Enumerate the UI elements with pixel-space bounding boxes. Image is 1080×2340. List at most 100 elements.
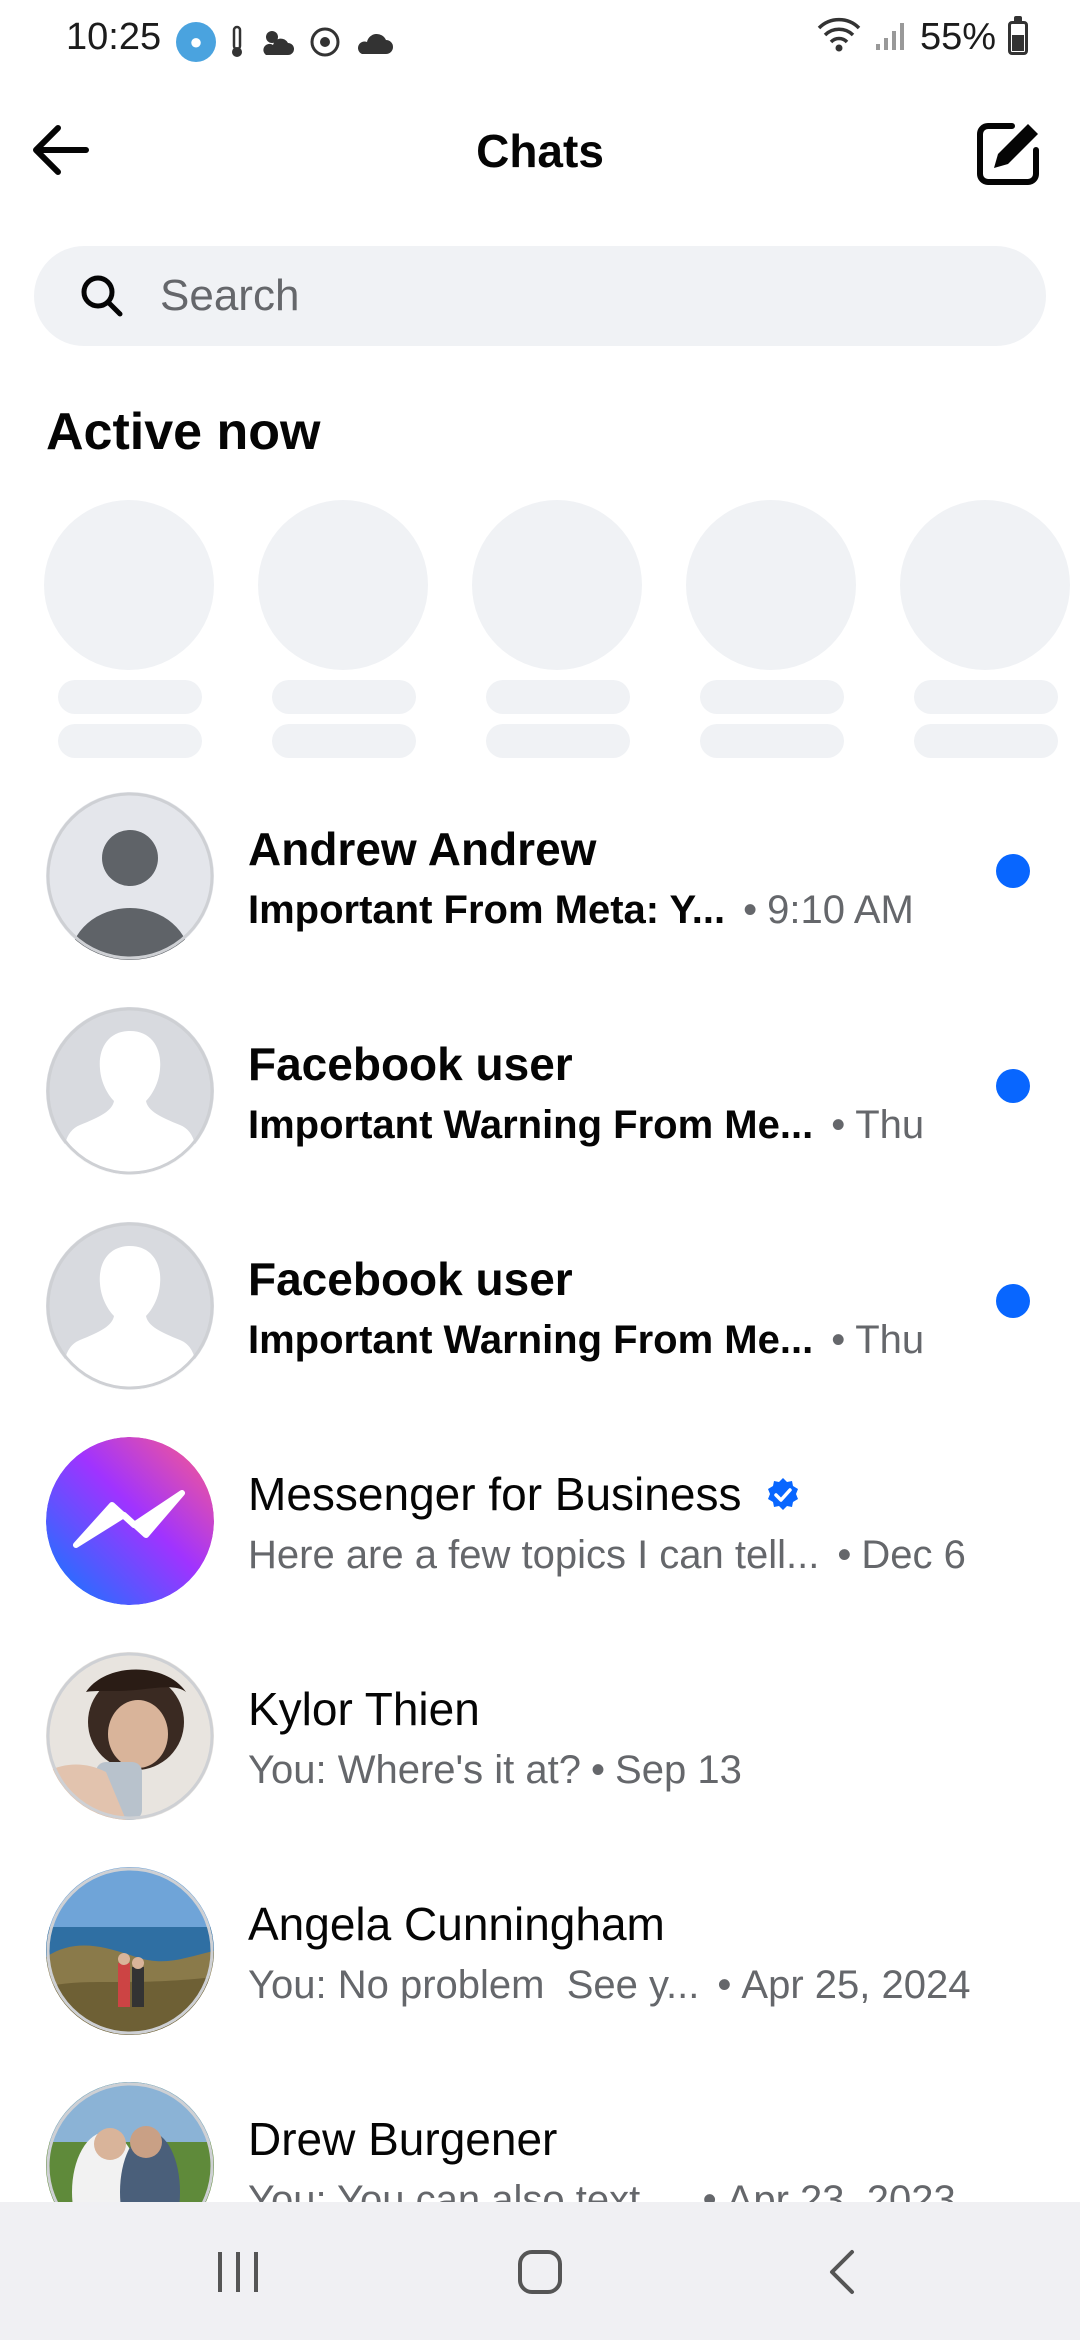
battery-icon (1008, 15, 1028, 55)
chat-preview-line: Important Warning From Me... • Thu (248, 1103, 924, 1148)
chat-preview-line: You: You can also text ... • Apr 23, 202… (248, 2178, 956, 2202)
active-placeholder (900, 500, 1070, 758)
separator-dot: • (837, 1533, 852, 1577)
chat-preview: Important Warning From Me... (248, 1318, 814, 1362)
search-bar[interactable] (34, 246, 1046, 346)
page-title: Chats (476, 125, 604, 177)
chat-name: Andrew Andrew (248, 823, 597, 875)
verified-badge-icon (768, 1478, 799, 1510)
chat-name: Facebook user (248, 1038, 573, 1090)
status-icons-left: ● (176, 22, 394, 62)
header: Chats (0, 100, 1080, 200)
wifi-icon (816, 16, 862, 59)
system-nav-bar (0, 2202, 1080, 2340)
active-placeholder-line (700, 680, 844, 714)
status-icons-right: 55% (816, 15, 1028, 59)
status-time: 10:25 (66, 16, 162, 58)
active-placeholder (258, 500, 428, 758)
active-now-title: Active now (46, 403, 321, 461)
active-placeholder-line (272, 724, 416, 758)
chat-name: Drew Burgener (248, 2113, 558, 2165)
separator-dot: • (702, 2178, 717, 2202)
chat-row[interactable]: Andrew Andrew Important From Meta: Y... … (0, 792, 1080, 1007)
active-placeholder-avatar (258, 500, 428, 670)
system-back-button[interactable] (802, 2242, 882, 2302)
chat-preview: Here are a few topics I can tell... (248, 1533, 820, 1577)
sync-icon (308, 22, 342, 62)
separator-dot: • (831, 1318, 846, 1362)
chat-name: Messenger for Business (248, 1468, 742, 1520)
unread-indicator (996, 1284, 1030, 1318)
search-input[interactable] (160, 268, 1020, 324)
active-placeholder-line (700, 724, 844, 758)
separator-dot: • (743, 888, 758, 932)
chat-time: Dec 6 (861, 1533, 966, 1577)
active-placeholder-line (914, 724, 1058, 758)
avatar (46, 2082, 214, 2202)
chat-preview-line: You: No problem See y... • Apr 25, 2024 (248, 1963, 970, 2008)
active-placeholder-avatar (686, 500, 856, 670)
chat-time: Sep 13 (615, 1748, 742, 1792)
separator-dot: • (717, 1963, 732, 2007)
active-placeholder-line (914, 680, 1058, 714)
chat-time: Thu (855, 1103, 925, 1147)
compose-icon (977, 123, 1039, 185)
chat-preview-line: Here are a few topics I can tell... • De… (248, 1533, 966, 1578)
chat-row[interactable]: Facebook user Important Warning From Me.… (0, 1007, 1080, 1222)
cloud-icon (354, 22, 394, 62)
chat-preview: You: Where's it at? (248, 1748, 582, 1792)
search-icon (81, 275, 123, 317)
active-placeholder-line (486, 724, 630, 758)
unread-indicator (996, 1069, 1030, 1103)
thermometer-icon (228, 22, 246, 62)
chat-time: Apr 25, 2024 (741, 1963, 971, 2007)
chat-row[interactable]: Facebook user Important Warning From Me.… (0, 1222, 1080, 1437)
avatar (46, 1867, 214, 2035)
chat-preview: You: You can also text ... (248, 2178, 685, 2202)
chat-name: Angela Cunningham (248, 1898, 665, 1950)
chat-time: Apr 23, 2023 (726, 2178, 956, 2202)
location-icon: ● (176, 22, 216, 62)
battery-percent: 55% (919, 16, 996, 58)
status-bar: 10:25 ● 55% (0, 0, 1080, 84)
active-placeholder-avatar (44, 500, 214, 670)
chat-name: Facebook user (248, 1253, 573, 1305)
avatar (46, 1652, 214, 1820)
chat-preview: You: No problem See y... (248, 1963, 700, 2007)
chat-time: 9:10 AM (767, 888, 914, 932)
chat-preview-line: You: Where's it at? • Sep 13 (248, 1748, 742, 1793)
chat-row[interactable]: Drew Burgener You: You can also text ...… (0, 2082, 1080, 2202)
recents-icon (218, 2252, 258, 2292)
home-icon (518, 2250, 562, 2294)
separator-dot: • (591, 1748, 606, 1792)
signal-icon (874, 18, 908, 57)
avatar (46, 792, 214, 960)
active-placeholder-line (58, 680, 202, 714)
avatar (46, 1007, 214, 1175)
home-button[interactable] (500, 2242, 580, 2302)
chat-row[interactable]: Messenger for Business Here are a few to… (0, 1437, 1080, 1652)
chat-preview-line: Important Warning From Me... • Thu (248, 1318, 924, 1363)
unread-indicator (996, 854, 1030, 888)
active-placeholder (686, 500, 856, 758)
chat-name-wrap: Messenger for Business (248, 1467, 802, 1521)
chevron-left-icon (830, 2250, 854, 2294)
active-placeholder-line (58, 724, 202, 758)
chat-row[interactable]: Kylor Thien You: Where's it at? • Sep 13 (0, 1652, 1080, 1867)
active-placeholder-avatar (900, 500, 1070, 670)
avatar (46, 1222, 214, 1390)
messenger-logo-avatar (46, 1437, 214, 1605)
active-now-row (44, 500, 1080, 762)
chat-time: Thu (855, 1318, 925, 1362)
active-placeholder-line (486, 680, 630, 714)
active-placeholder (472, 500, 642, 758)
recents-button[interactable] (198, 2242, 278, 2302)
chat-list: Andrew Andrew Important From Meta: Y... … (0, 792, 1080, 2202)
active-placeholder-line (272, 680, 416, 714)
chat-preview: Important Warning From Me... (248, 1103, 814, 1147)
weather-icon (258, 22, 296, 62)
compose-button[interactable] (972, 118, 1044, 190)
chat-name: Kylor Thien (248, 1683, 480, 1735)
chat-row[interactable]: Angela Cunningham You: No problem See y.… (0, 1867, 1080, 2082)
active-placeholder-avatar (472, 500, 642, 670)
